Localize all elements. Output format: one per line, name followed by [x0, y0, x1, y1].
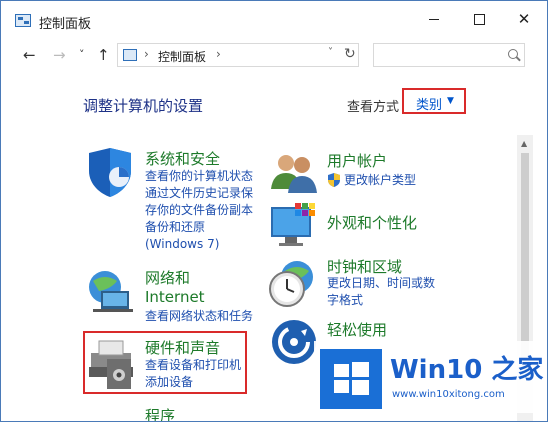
category-title[interactable]: 程序: [145, 405, 175, 421]
scroll-up-icon[interactable]: ▲: [521, 139, 527, 148]
refresh-icon[interactable]: ↻: [344, 46, 356, 62]
maximize-button[interactable]: [456, 1, 502, 37]
link-change-date-time-cont[interactable]: 字格式: [327, 292, 363, 309]
control-panel-window: 控制面板 ✕ ← → ˅ ↑ › 控制面板 › ˅ ↻ 调整计算机的设置 查看方…: [0, 0, 548, 422]
link-check-computer-status[interactable]: 查看你的计算机状态: [145, 168, 253, 185]
link-network-status[interactable]: 查看网络状态和任务: [145, 308, 253, 325]
address-bar[interactable]: › 控制面板 › ˅ ↻: [117, 43, 359, 67]
category-title[interactable]: 外观和个性化: [327, 212, 417, 233]
link-change-account-type[interactable]: 更改帐户类型: [344, 172, 416, 189]
address-dropdown-icon[interactable]: ˅: [328, 47, 333, 58]
close-icon: ✕: [517, 10, 531, 28]
link-add-device[interactable]: 添加设备: [145, 374, 193, 391]
windows-logo-icon: [320, 349, 382, 409]
link-file-history-cont[interactable]: 存你的文件备份副本: [145, 202, 253, 219]
chevron-down-icon[interactable]: ▼: [447, 96, 454, 106]
view-by-value[interactable]: 类别: [416, 94, 442, 113]
watermark-url: www.win10xitong.com: [392, 389, 505, 400]
navigation-bar: ← → ˅ ↑ › 控制面板 › ˅ ↻: [1, 39, 547, 73]
maximize-icon: [473, 13, 485, 25]
printer-icon[interactable]: [87, 337, 137, 391]
back-button[interactable]: ←: [23, 47, 36, 63]
uac-shield-icon: [328, 173, 340, 187]
control-panel-icon: [15, 14, 31, 27]
search-icon[interactable]: [508, 49, 518, 59]
scroll-thumb[interactable]: [521, 153, 529, 373]
control-panel-small-icon: [123, 49, 137, 61]
category-title-line2[interactable]: Internet: [145, 288, 205, 306]
category-title[interactable]: 用户帐户: [327, 150, 387, 171]
recent-locations-button[interactable]: ˅: [79, 47, 85, 63]
title-bar[interactable]: 控制面板 ✕: [1, 1, 547, 37]
page-heading: 调整计算机的设置: [83, 97, 204, 115]
minimize-button[interactable]: [411, 1, 457, 37]
accessibility-icon[interactable]: [271, 319, 317, 365]
link-file-history[interactable]: 通过文件历史记录保: [145, 185, 253, 202]
link-backup-restore[interactable]: 备份和还原: [145, 219, 205, 236]
view-by-dropdown[interactable]: 类别 ▼: [402, 88, 466, 114]
view-by-label: 查看方式: [347, 100, 400, 115]
breadcrumb-separator-icon[interactable]: ›: [216, 47, 221, 61]
forward-button[interactable]: →: [53, 47, 66, 63]
close-button[interactable]: ✕: [501, 1, 547, 37]
watermark-brand: Win10 之家: [390, 355, 544, 385]
shield-icon[interactable]: [85, 147, 135, 199]
search-input[interactable]: [373, 43, 525, 67]
category-title[interactable]: 网络和: [145, 267, 190, 288]
category-title[interactable]: 轻松使用: [327, 319, 387, 340]
network-globe-icon[interactable]: [85, 265, 135, 315]
window-title: 控制面板: [39, 17, 92, 32]
category-title[interactable]: 时钟和区域: [327, 256, 402, 277]
up-button[interactable]: ↑: [97, 47, 110, 63]
breadcrumb-control-panel[interactable]: 控制面板: [158, 48, 206, 65]
users-icon[interactable]: [269, 151, 319, 195]
link-change-date-time[interactable]: 更改日期、时间或数: [327, 275, 435, 292]
link-devices-printers[interactable]: 查看设备和打印机: [145, 357, 241, 374]
breadcrumb-separator-icon[interactable]: ›: [144, 47, 149, 61]
watermark: Win10 之家 www.win10xitong.com: [314, 341, 545, 413]
category-title[interactable]: 系统和安全: [145, 148, 220, 169]
link-backup-restore-cont[interactable]: (Windows 7): [145, 236, 219, 253]
monitor-palette-icon[interactable]: [269, 201, 319, 251]
clock-globe-icon[interactable]: [267, 257, 319, 309]
minimize-icon: [429, 18, 439, 20]
category-title[interactable]: 硬件和声音: [145, 337, 220, 358]
